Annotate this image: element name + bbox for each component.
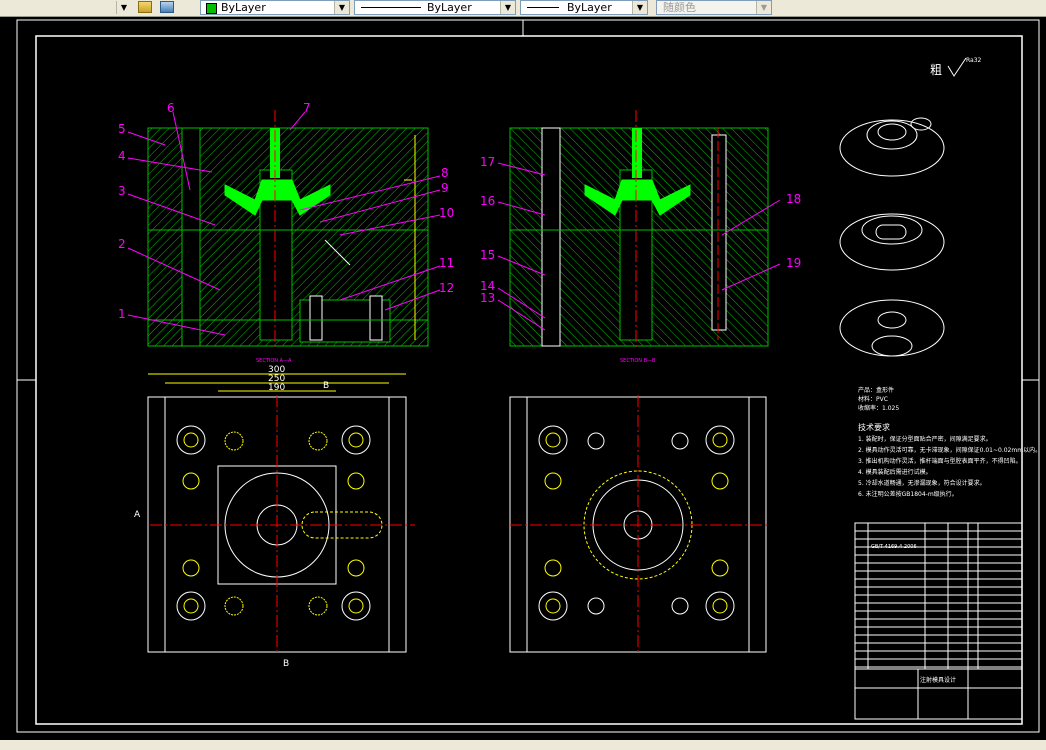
layer-previous-icon[interactable] [160,1,174,13]
chevron-down-icon[interactable]: ▼ [500,1,515,14]
chevron-down-icon[interactable]: ▼ [632,1,647,14]
svg-text:3. 推出机构动作灵活，推杆端面与型腔表面平齐，不得凹陷。: 3. 推出机构动作灵活，推杆端面与型腔表面平齐，不得凹陷。 [858,457,1022,465]
bom-standard-ref: GB/T 4169.4-2006 [871,544,917,550]
chevron-down-icon[interactable]: ▼ [116,1,131,14]
svg-text:18: 18 [786,192,801,206]
svg-text:1. 装配时，保证分型面贴合严密，间隙满足要求。: 1. 装配时，保证分型面贴合严密，间隙满足要求。 [858,435,992,443]
drawing-frame [16,19,1040,733]
svg-text:14: 14 [480,279,495,293]
section-a-title: SECTION A—A [256,358,292,364]
linetype-label: ByLayer [427,1,472,14]
bylayer-color-swatch [206,3,217,14]
plan-left-holes [176,425,371,621]
chevron-down-icon[interactable]: ▼ [334,1,349,14]
layer-states-icon[interactable] [138,1,152,13]
color-label: ByLayer [221,1,266,14]
section-b-title: SECTION B—B [620,358,656,364]
color-control[interactable]: ByLayer ▼ [200,0,350,15]
svg-text:17: 17 [480,155,495,169]
properties-toolbar: ▼ ByLayer ▼ ByLayer ▼ ByLayer ▼ 随颜色 ▼ [0,0,1046,17]
svg-text:7: 7 [303,101,311,115]
layer-dropdown[interactable]: ▼ [0,0,134,15]
svg-text:16: 16 [480,194,495,208]
svg-text:9: 9 [441,181,449,195]
svg-text:10: 10 [439,206,454,220]
plotstyle-label: 随颜色 [663,1,696,14]
roughness-value: Ra32 [966,57,982,64]
svg-text:15: 15 [480,248,495,262]
svg-text:11: 11 [439,256,454,270]
svg-text:材料：PVC: 材料：PVC [858,395,888,403]
svg-text:产品：盒形件: 产品：盒形件 [858,386,894,394]
svg-text:19: 19 [786,256,801,270]
svg-text:2: 2 [118,237,126,251]
lineweight-sample [527,7,559,8]
svg-text:2. 模具动作灵活可靠，无卡滞现象，间隙保证0.01~0.0: 2. 模具动作灵活可靠，无卡滞现象，间隙保证0.01~0.02mm以内。 [858,446,1041,454]
roughness-label: 粗 [930,63,942,77]
chevron-down-icon[interactable]: ▼ [756,1,771,14]
lineweight-label: ByLayer [567,1,612,14]
linetype-sample [361,7,421,8]
svg-text:6. 未注明公差按GB1804-m级执行。: 6. 未注明公差按GB1804-m级执行。 [858,490,958,498]
svg-text:4. 模具装配后需进行试模。: 4. 模具装配后需进行试模。 [858,468,932,476]
status-bar [0,740,1046,750]
svg-text:B: B [283,659,289,669]
svg-text:12: 12 [439,281,454,295]
svg-text:3: 3 [118,184,126,198]
svg-text:13: 13 [480,291,495,305]
bom-rows [855,530,1022,668]
section-a-view[interactable] [147,110,429,350]
svg-text:1: 1 [118,307,126,321]
roughness-symbol [947,57,967,77]
svg-text:收缩率：1.025: 收缩率：1.025 [858,404,899,412]
plan-left-dimensions: 300 250 190 B A B [134,365,329,669]
svg-text:5. 冷却水道畅通，无渗漏现象，符合设计要求。: 5. 冷却水道畅通，无渗漏现象，符合设计要求。 [858,479,986,487]
svg-text:6: 6 [167,101,175,115]
svg-text:190: 190 [268,383,285,393]
plan-right-holes [538,425,735,621]
plotstyle-control[interactable]: 随颜色 ▼ [656,0,772,15]
svg-text:4: 4 [118,149,126,163]
lineweight-control[interactable]: ByLayer ▼ [520,0,648,15]
svg-text:8: 8 [441,166,449,180]
linetype-control[interactable]: ByLayer ▼ [354,0,516,15]
svg-text:5: 5 [118,122,126,136]
drawing-canvas[interactable]: SECTION A—A SECTION B—B 1 2 3 4 5 6 7 8 … [0,17,1046,740]
product-notes: 产品：盒形件 材料：PVC 收缩率：1.025 技术要求 1. 装配时，保证分型… [858,386,1041,498]
section-b-view[interactable] [509,110,769,350]
product-iso-views [839,117,945,357]
svg-text:A: A [134,510,141,520]
svg-text:B: B [323,381,329,391]
svg-text:技术要求: 技术要求 [858,422,890,432]
title-block-name: 注射模具设计 [920,676,956,684]
